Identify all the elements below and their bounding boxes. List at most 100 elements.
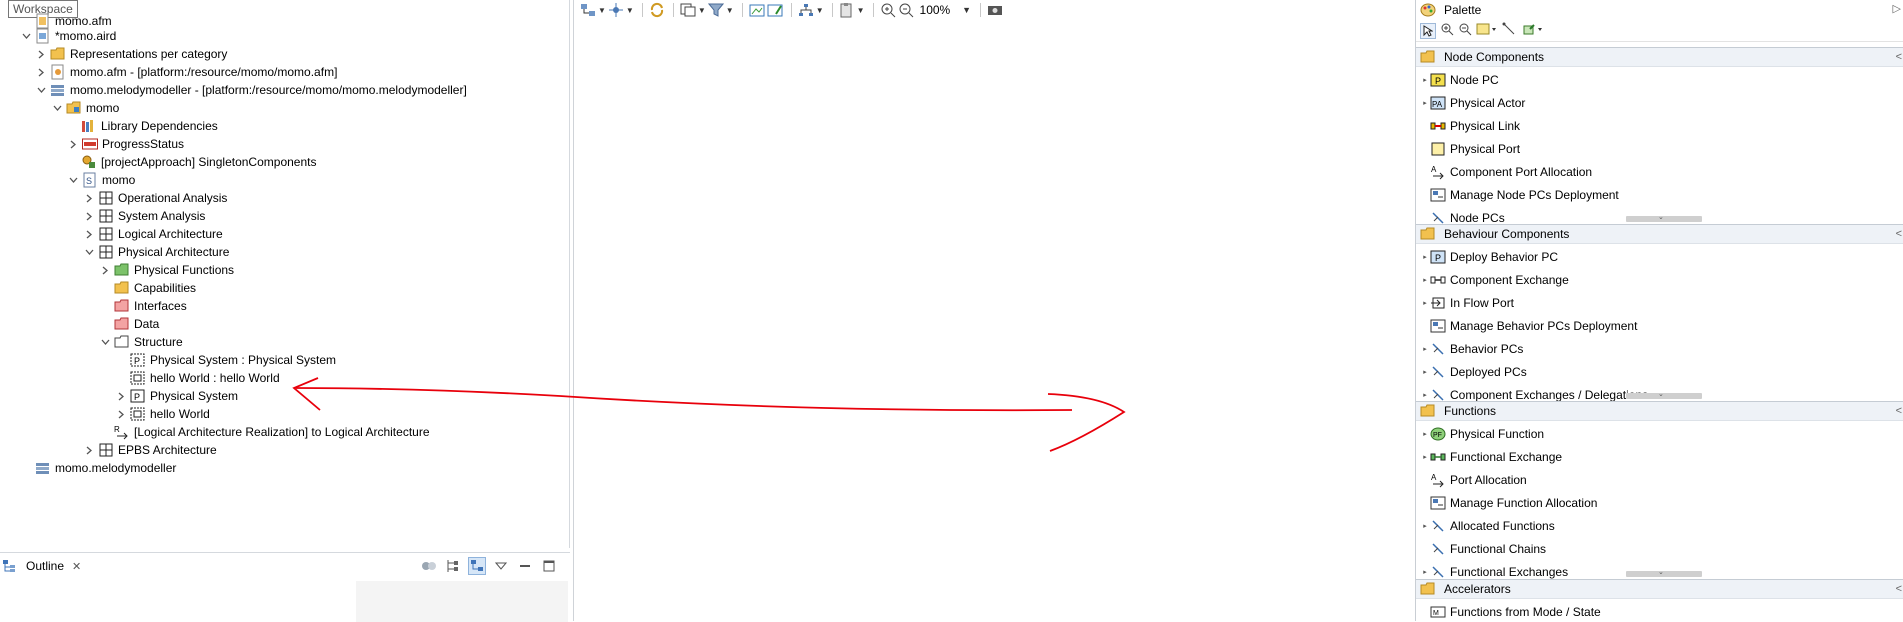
palette-item-functional-chains[interactable]: Functional Chains	[1416, 539, 1546, 558]
expand-arrow-icon[interactable]: ▸	[1420, 391, 1430, 399]
tree-item-momo-system-engineering[interactable]: S momo	[67, 171, 135, 189]
tree-item-logical-architecture-realization[interactable]: R [Logical Architecture Realization] to …	[114, 423, 430, 441]
chevron-right-icon[interactable]	[115, 387, 127, 405]
palette-item-component-exchange[interactable]: ▸ Component Exchange	[1416, 270, 1569, 289]
chevron-right-icon[interactable]	[35, 63, 47, 81]
tree-item-logical-architecture[interactable]: Logical Architecture	[83, 225, 223, 243]
close-icon[interactable]: ✕	[72, 560, 81, 573]
palette-item-component-port-allocation[interactable]: A Component Port Allocation	[1416, 162, 1592, 181]
chevron-right-icon[interactable]	[83, 207, 95, 225]
chevron-down-icon[interactable]	[99, 333, 111, 351]
tree-item-physical-system[interactable]: P Physical System	[115, 387, 238, 405]
edit-image-icon[interactable]	[767, 1, 783, 19]
tree-item-progress-status[interactable]: ProgressStatus	[67, 135, 184, 153]
chevron-right-icon[interactable]	[83, 189, 95, 207]
note-tool-icon[interactable]	[1476, 22, 1498, 39]
chevron-right-icon[interactable]	[35, 45, 47, 63]
tree-item-project-approach[interactable]: [projectApproach] SingletonComponents	[81, 153, 316, 171]
drawer-node-components[interactable]: Node Components <	[1416, 47, 1903, 67]
tree-item-system-analysis[interactable]: System Analysis	[83, 207, 205, 225]
zoom-out-icon[interactable]	[898, 1, 914, 19]
connector-tool-icon[interactable]	[1502, 22, 1516, 39]
expand-arrow-icon[interactable]: ▸	[1420, 76, 1430, 84]
palette-item-functions-from-mode-state[interactable]: M Functions from Mode / State	[1416, 602, 1601, 621]
select-all-icon[interactable]: ▼	[680, 1, 706, 19]
palette-item-port-allocation[interactable]: A Port Allocation	[1416, 470, 1527, 489]
chevron-down-icon[interactable]	[35, 81, 47, 99]
chevron-down-icon[interactable]	[67, 171, 79, 189]
chevron-right-icon[interactable]	[99, 261, 111, 279]
expand-arrow-icon[interactable]: ▸	[1420, 276, 1430, 284]
palette-item-physical-link[interactable]: Physical Link	[1416, 116, 1520, 135]
expand-arrow-icon[interactable]: ▸	[1420, 299, 1430, 307]
expand-arrow-icon[interactable]: ▸	[1420, 453, 1430, 461]
zoom-combo[interactable]: 100% ▼	[920, 2, 974, 18]
drawer-scrollbar[interactable]: ⌄	[1626, 214, 1702, 222]
drawer-behaviour-components[interactable]: Behaviour Components <	[1416, 224, 1903, 244]
zoom-out-tool-icon[interactable]	[1458, 22, 1472, 39]
palette-item-deployed-pcs[interactable]: ▸ Deployed PCs	[1416, 362, 1526, 381]
expand-arrow-icon[interactable]: ▸	[1420, 368, 1430, 376]
expand-arrow-icon[interactable]: ▸	[1420, 253, 1430, 261]
tree-item-momo-afm-resource[interactable]: momo.afm - [platform:/resource/momo/momo…	[35, 63, 337, 81]
select-tool-icon[interactable]	[1420, 22, 1436, 39]
tree-item-hello-world[interactable]: hello World	[115, 405, 210, 423]
expand-arrow-icon[interactable]: ▸	[1420, 345, 1430, 353]
chevron-down-icon[interactable]	[83, 243, 95, 261]
palette-item-in-flow-port[interactable]: ▸ In Flow Port	[1416, 293, 1514, 312]
drawer-scrollbar[interactable]: ⌄	[1626, 569, 1702, 577]
tree-item-physical-system-part[interactable]: P Physical System : Physical System	[130, 351, 336, 369]
tree-item-data[interactable]: Data	[114, 315, 159, 333]
zoom-in-icon[interactable]	[880, 1, 896, 19]
tree-item-momo-melodymodeller-resource[interactable]: momo.melodymodeller - [platform:/resourc…	[35, 81, 467, 99]
tree-item-physical-architecture[interactable]: Physical Architecture	[83, 243, 229, 261]
collapse-drawer-icon[interactable]: <	[1896, 51, 1902, 63]
collapse-drawer-icon[interactable]: <	[1896, 228, 1902, 240]
expand-arrow-icon[interactable]: ▸	[1420, 568, 1430, 576]
expand-arrow-icon[interactable]: ▸	[1420, 430, 1430, 438]
palette-item-physical-function[interactable]: ▸ PF Physical Function	[1416, 424, 1544, 443]
link-note-tool-icon[interactable]	[1520, 22, 1544, 39]
export-image-icon[interactable]	[749, 1, 765, 19]
chevron-right-icon[interactable]	[83, 441, 95, 459]
collapse-drawer-icon[interactable]: <	[1896, 405, 1902, 417]
tree-item-library-dependencies[interactable]: Library Dependencies	[81, 117, 218, 135]
expand-arrow-icon[interactable]: ▸	[1420, 99, 1430, 107]
collapse-drawer-icon[interactable]: <	[1896, 583, 1902, 595]
palette-item-node-pc[interactable]: ▸ P Node PC	[1416, 70, 1498, 89]
palette-item-deploy-behavior-pc[interactable]: ▸ P Deploy Behavior PC	[1416, 247, 1558, 266]
drawer-accelerators[interactable]: Accelerators <	[1416, 579, 1903, 599]
palette-item-manage-function-allocation[interactable]: Manage Function Allocation	[1416, 493, 1597, 512]
tree-item-interfaces[interactable]: Interfaces	[114, 297, 187, 315]
tree-view-icon[interactable]	[444, 557, 462, 575]
chevron-right-icon[interactable]	[115, 405, 127, 423]
tree-item-capabilities[interactable]: Capabilities	[114, 279, 196, 297]
chevron-down-icon[interactable]	[51, 99, 63, 117]
chevron-right-icon[interactable]	[67, 135, 79, 153]
tree-item-hello-world-part[interactable]: hello World : hello World	[130, 369, 280, 387]
palette-item-allocated-functions[interactable]: ▸ Allocated Functions	[1416, 516, 1555, 535]
tree-item-momo-melodymodeller[interactable]: momo.melodymodeller	[35, 459, 176, 477]
refresh-icon[interactable]	[649, 1, 665, 19]
overview-icon[interactable]	[420, 557, 438, 575]
minimize-icon[interactable]	[516, 557, 534, 575]
tree-item-representations[interactable]: Representations per category	[35, 45, 227, 63]
palette-item-physical-port[interactable]: Physical Port	[1416, 139, 1520, 158]
filters-icon[interactable]: ▼	[707, 1, 734, 19]
diagram-view-icon[interactable]	[468, 557, 486, 575]
chevron-down-icon[interactable]: ▼	[960, 5, 974, 15]
tree-item-physical-functions[interactable]: Physical Functions	[99, 261, 234, 279]
tree-item-operational-analysis[interactable]: Operational Analysis	[83, 189, 227, 207]
palette-item-behavior-pcs[interactable]: ▸ Behavior PCs	[1416, 339, 1523, 358]
arrange-icon[interactable]: ▼	[580, 1, 606, 19]
palette-item-physical-actor[interactable]: ▸ PA Physical Actor	[1416, 93, 1525, 112]
palette-item-manage-behavior-pcs-deployment[interactable]: Manage Behavior PCs Deployment	[1416, 316, 1637, 335]
expand-arrow-icon[interactable]: ▸	[1420, 522, 1430, 530]
zoom-in-tool-icon[interactable]	[1440, 22, 1454, 39]
palette-item-functional-exchange[interactable]: ▸ Functional Exchange	[1416, 447, 1562, 466]
layout-icon[interactable]: ▼	[608, 1, 634, 19]
tree-item-momo-aird[interactable]: *momo.aird	[20, 27, 116, 45]
tab-outline[interactable]: Outline ✕	[0, 553, 81, 579]
maximize-icon[interactable]	[540, 557, 558, 575]
drawer-scrollbar[interactable]: ⌄	[1626, 391, 1702, 399]
